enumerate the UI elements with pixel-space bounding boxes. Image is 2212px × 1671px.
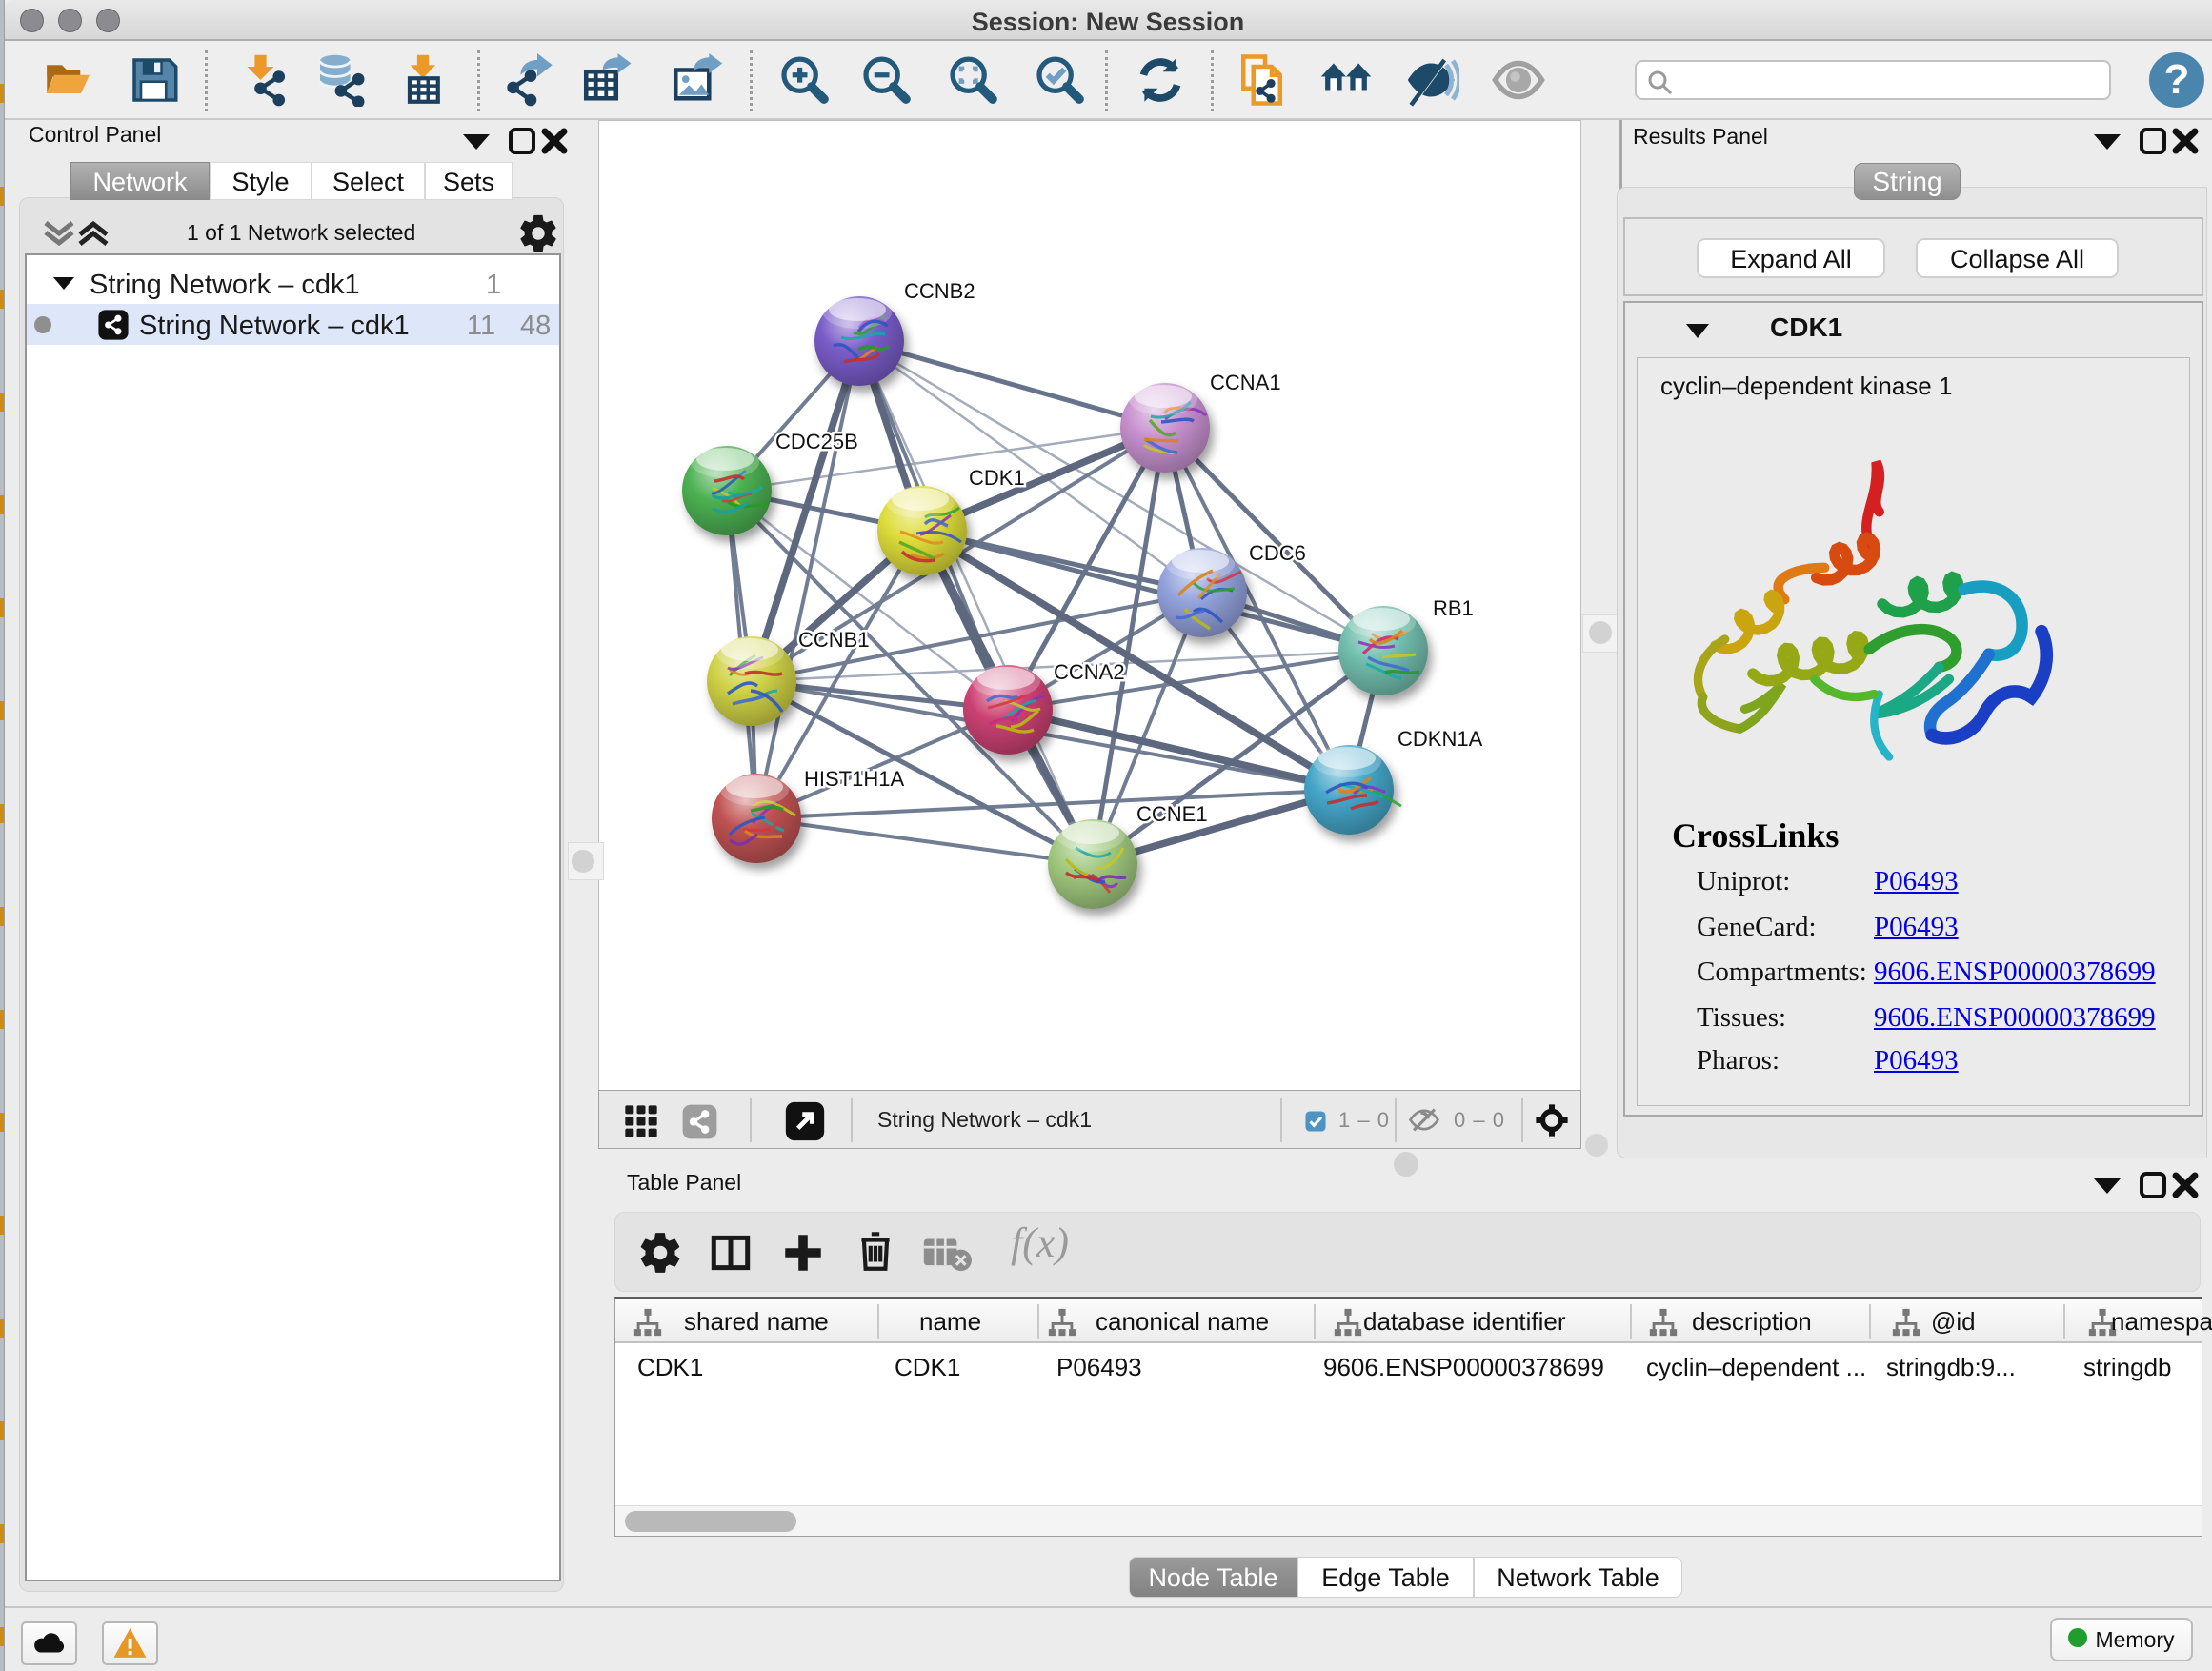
svg-text:HIST1H1A: HIST1H1A bbox=[804, 767, 904, 791]
svg-text:CDC6: CDC6 bbox=[1249, 541, 1306, 565]
svg-text:CDK1: CDK1 bbox=[969, 466, 1025, 490]
svg-text:CCNA2: CCNA2 bbox=[1054, 660, 1125, 684]
svg-text:CCNE1: CCNE1 bbox=[1136, 802, 1208, 826]
svg-text:RB1: RB1 bbox=[1433, 596, 1474, 620]
svg-text:CCNB1: CCNB1 bbox=[798, 628, 870, 652]
svg-text:CDKN1A: CDKN1A bbox=[1398, 727, 1483, 751]
svg-text:CCNA1: CCNA1 bbox=[1210, 371, 1281, 394]
svg-text:CDC25B: CDC25B bbox=[775, 430, 858, 453]
svg-text:CCNB2: CCNB2 bbox=[904, 279, 975, 303]
